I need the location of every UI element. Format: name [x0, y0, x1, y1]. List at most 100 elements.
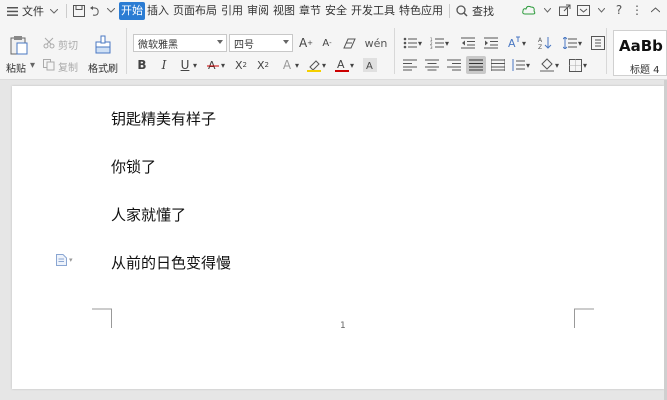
chevron-down-icon[interactable]	[46, 3, 62, 19]
separator	[449, 4, 450, 18]
help-icon[interactable]: ?	[611, 2, 627, 18]
chevron-down-icon: ▾	[69, 256, 73, 264]
spacing-dropdown-icon[interactable]: ▾	[575, 34, 585, 52]
paragraph-handle[interactable]: ▾	[56, 254, 73, 266]
distributed-align-icon[interactable]	[489, 56, 507, 74]
bold-icon[interactable]: B	[133, 56, 151, 74]
svg-text:A: A	[208, 59, 216, 71]
tab-developer[interactable]: 开发工具	[349, 2, 397, 20]
font-size-dropdown[interactable]: 四号	[229, 34, 293, 52]
tab-home[interactable]: 开始	[119, 2, 145, 20]
subscript-icon[interactable]: X2	[254, 56, 272, 74]
page-number: 1	[340, 321, 346, 331]
style-preview-text: AaBb	[619, 37, 663, 55]
more-icon[interactable]: ⋮	[629, 2, 645, 18]
justify-icon[interactable]	[466, 56, 486, 74]
paragraph-spacing-dropdown-icon[interactable]: ▾	[523, 56, 533, 74]
bullet-dropdown-icon[interactable]: ▾	[415, 34, 425, 52]
tab-view[interactable]: 视图	[271, 2, 297, 20]
svg-text:3: 3	[430, 45, 433, 49]
paragraph-3[interactable]: 人家就懂了	[111, 204, 186, 225]
format-painter-button[interactable]: 格式刷	[88, 60, 118, 75]
borders-dropdown-icon[interactable]: ▾	[580, 56, 590, 74]
highlight-dropdown-icon[interactable]: ▾	[319, 56, 329, 74]
sort-icon[interactable]: AZ	[536, 34, 554, 52]
paste-button[interactable]: 粘贴	[6, 60, 26, 75]
align-right-icon[interactable]	[445, 56, 463, 74]
paste-dropdown-icon[interactable]: ▾	[30, 60, 35, 71]
search-icon[interactable]	[454, 3, 470, 19]
svg-text:Z: Z	[538, 44, 542, 50]
text-effect-dropdown-icon[interactable]: ▾	[292, 56, 302, 74]
show-marks-icon[interactable]	[589, 34, 607, 52]
pinyin-guide-icon[interactable]: wén	[365, 34, 388, 52]
font-grow-icon[interactable]: A +	[297, 34, 315, 52]
font-color-dropdown-icon[interactable]: ▾	[347, 56, 357, 74]
copy-icon[interactable]	[42, 58, 56, 72]
svg-text:A: A	[508, 37, 516, 50]
increase-indent-icon[interactable]	[482, 34, 500, 52]
margin-corner-mark	[574, 308, 594, 328]
search-button[interactable]: 查找	[470, 2, 496, 20]
separator	[66, 4, 67, 18]
svg-text:A: A	[366, 61, 373, 72]
paragraph-2[interactable]: 你锁了	[111, 156, 156, 177]
align-left-icon[interactable]	[401, 56, 419, 74]
separator	[394, 28, 395, 74]
svg-text:A: A	[337, 58, 345, 71]
tab-security[interactable]: 安全	[323, 2, 349, 20]
style-name-label: 标题 4	[630, 65, 660, 76]
font-shrink-icon[interactable]: A-	[318, 34, 336, 52]
superscript-icon[interactable]: X2	[232, 56, 250, 74]
italic-icon[interactable]: I	[155, 56, 173, 74]
chevron-down-icon[interactable]	[593, 2, 609, 18]
copy-button[interactable]: 复制	[58, 59, 78, 74]
tab-references[interactable]: 引用	[219, 2, 245, 20]
file-menu[interactable]: 文件	[20, 2, 46, 20]
text-direction-dropdown-icon[interactable]: ▾	[519, 34, 529, 52]
collapse-icon[interactable]	[575, 2, 591, 18]
hamburger-icon[interactable]	[4, 3, 20, 19]
font-name-value: 微软雅黑	[138, 39, 178, 51]
cut-button[interactable]: 剪切	[58, 37, 78, 52]
menu-bar: 文件 开始 插入 页面布局 引用 审阅 视图 章节 安全 开发工具 特色应用 查…	[0, 0, 667, 22]
tab-featured-apps[interactable]: 特色应用	[397, 2, 445, 20]
window-controls: ? ⋮	[521, 2, 663, 18]
clear-format-icon[interactable]	[340, 34, 358, 52]
char-shading-icon[interactable]: A	[361, 56, 379, 74]
paste-icon[interactable]	[8, 34, 30, 56]
undo-icon[interactable]	[87, 3, 103, 19]
paragraph-1[interactable]: 钥匙精美有样子	[111, 108, 216, 129]
ribbon-toolbar: 粘贴 ▾ 剪切 复制 格式刷 微软雅黑 四号 A + A- wén B I U ▾…	[0, 22, 667, 80]
separator	[606, 28, 607, 74]
cloud-sync-icon[interactable]	[521, 2, 537, 18]
font-name-dropdown[interactable]: 微软雅黑	[133, 34, 227, 52]
tab-review[interactable]: 审阅	[245, 2, 271, 20]
numbered-dropdown-icon[interactable]: ▾	[442, 34, 452, 52]
strike-dropdown-icon[interactable]: ▾	[218, 56, 228, 74]
save-icon[interactable]	[71, 3, 87, 19]
underline-dropdown-icon[interactable]: ▾	[190, 56, 200, 74]
chevron-down-icon	[217, 40, 223, 44]
svg-text:A: A	[538, 37, 543, 44]
document-icon	[56, 254, 67, 266]
format-painter-icon[interactable]	[92, 34, 114, 56]
align-center-icon[interactable]	[423, 56, 441, 74]
shading-dropdown-icon[interactable]: ▾	[552, 56, 562, 74]
style-gallery-item[interactable]: AaBb 标题 4	[613, 30, 667, 76]
tab-section[interactable]: 章节	[297, 2, 323, 20]
decrease-indent-icon[interactable]	[459, 34, 477, 52]
chevron-down-icon	[283, 40, 289, 44]
document-page[interactable]: 钥匙精美有样子 你锁了 人家就懂了 从前的日色变得慢 ▾ 1	[12, 86, 664, 389]
tab-insert[interactable]: 插入	[145, 2, 171, 20]
chevron-down-icon[interactable]	[539, 2, 555, 18]
redo-dropdown-icon[interactable]	[103, 3, 119, 19]
margin-corner-mark	[92, 308, 112, 328]
share-icon[interactable]	[557, 2, 573, 18]
paragraph-4[interactable]: 从前的日色变得慢	[111, 252, 231, 273]
collapse-ribbon-icon[interactable]	[647, 2, 663, 18]
scissors-icon[interactable]	[42, 36, 56, 50]
separator	[126, 28, 127, 74]
font-size-value: 四号	[234, 39, 254, 51]
tab-page-layout[interactable]: 页面布局	[171, 2, 219, 20]
